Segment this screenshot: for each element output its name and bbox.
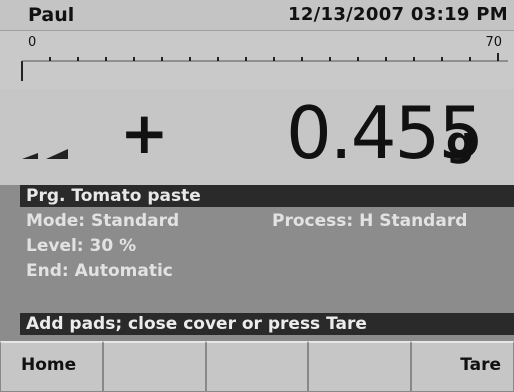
weight-display: + 0.455 g	[0, 89, 514, 185]
softkey-4[interactable]	[308, 341, 412, 392]
program-title-bar: Prg. Tomato paste	[20, 185, 514, 207]
mode-text: Mode: Standard	[26, 211, 180, 231]
weight-unit: g	[446, 119, 475, 165]
tare-softkey-label: Tare	[460, 355, 501, 375]
stable-indicator-icon	[22, 149, 68, 159]
instruction-message: Add pads; close cover or press Tare	[26, 314, 367, 334]
status-bar: Paul 12/13/2007 03:19 PM	[0, 0, 514, 31]
softkey-3[interactable]	[205, 341, 309, 392]
scale-max-label: 70	[485, 35, 502, 50]
level-text: Level: 30 %	[26, 236, 137, 256]
home-softkey-label: Home	[21, 355, 77, 375]
weight-sign: +	[120, 99, 169, 167]
scale-ticks	[21, 53, 508, 81]
program-name: Prg. Tomato paste	[26, 186, 201, 206]
tare-softkey[interactable]: Tare	[411, 341, 514, 392]
softkey-bar: Home Tare	[0, 341, 514, 392]
program-info-panel: Prg. Tomato paste Mode: Standard Process…	[0, 185, 514, 340]
softkey-2[interactable]	[102, 341, 206, 392]
user-name: Paul	[28, 4, 75, 26]
home-softkey[interactable]: Home	[0, 341, 103, 392]
date-time: 12/13/2007 03:19 PM	[288, 4, 508, 25]
end-text: End: Automatic	[26, 261, 173, 281]
scale-min-label: 0	[28, 35, 37, 50]
process-text: Process: H Standard	[272, 211, 468, 231]
instruction-message-bar: Add pads; close cover or press Tare	[20, 313, 514, 335]
balance-screen: Paul 12/13/2007 03:19 PM 0 70 + 0.455 g …	[0, 0, 514, 392]
weighing-range-scale: 0 70	[0, 31, 514, 89]
